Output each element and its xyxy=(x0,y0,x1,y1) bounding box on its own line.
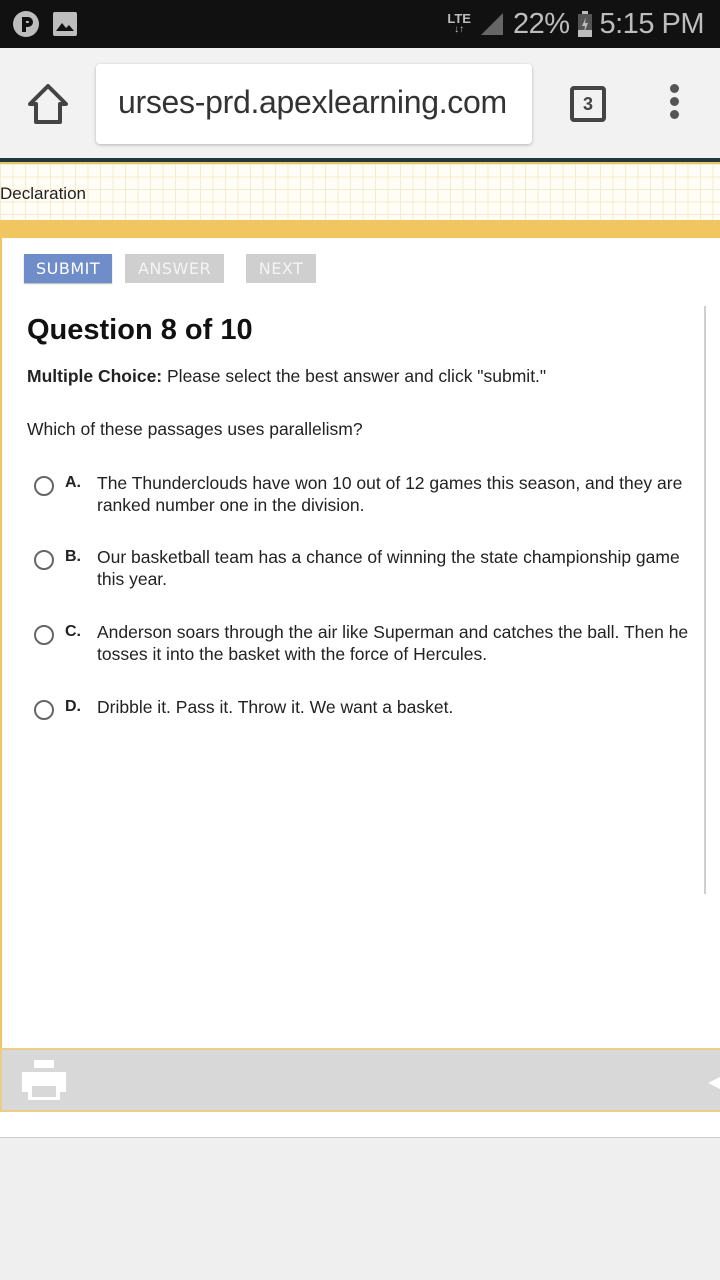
status-bar: LTE ↓↑ 22% 5:15 PM xyxy=(0,0,720,48)
option-text: Anderson soars through the air like Supe… xyxy=(97,622,689,664)
print-icon[interactable] xyxy=(20,1060,68,1102)
question-prompt: Which of these passages uses parallelism… xyxy=(27,419,363,439)
option-letter: A. xyxy=(65,474,81,491)
course-banner: Declaration xyxy=(0,162,720,220)
instruction-label: Multiple Choice: xyxy=(27,366,163,386)
signal-icon xyxy=(480,13,503,35)
quiz-panel: SUBMIT ANSWER NEXT Question 8 of 10 Mult… xyxy=(0,238,720,1048)
option-letter: B. xyxy=(65,548,81,565)
footer-toolbar xyxy=(0,1048,720,1112)
battery-percent: 22% xyxy=(512,7,570,40)
quiz-button-row: SUBMIT ANSWER NEXT xyxy=(24,254,316,283)
url-bar[interactable]: urses-prd.apexlearning.com xyxy=(96,64,532,144)
option-b[interactable]: B. Our basketball team has a chance of w… xyxy=(34,546,694,590)
answer-button[interactable]: ANSWER xyxy=(125,254,224,283)
radio-button[interactable] xyxy=(34,625,54,645)
option-text: Our basketball team has a chance of winn… xyxy=(97,547,680,589)
battery-charging-icon xyxy=(577,11,592,37)
instruction-text: Please select the best answer and click … xyxy=(162,366,547,386)
option-a[interactable]: A. The Thunderclouds have won 10 out of … xyxy=(34,472,694,516)
tab-switcher-button[interactable]: 3 xyxy=(570,86,606,122)
url-text: urses-prd.apexlearning.com xyxy=(118,84,507,120)
radio-button[interactable] xyxy=(34,700,54,720)
pandora-icon xyxy=(13,11,39,37)
banner-strip xyxy=(0,220,720,238)
option-d[interactable]: D. Dribble it. Pass it. Throw it. We wan… xyxy=(34,696,694,720)
question-instruction: Multiple Choice: Please select the best … xyxy=(27,366,546,387)
question-title: Question 8 of 10 xyxy=(27,314,253,346)
radio-button[interactable] xyxy=(34,550,54,570)
scrollbar[interactable] xyxy=(704,306,706,894)
option-c[interactable]: C. Anderson soars through the air like S… xyxy=(34,621,694,665)
submit-button[interactable]: SUBMIT xyxy=(24,254,112,283)
option-text: Dribble it. Pass it. Throw it. We want a… xyxy=(97,697,454,717)
clock: 5:15 PM xyxy=(599,7,705,40)
banner-title: Declaration xyxy=(0,184,86,203)
back-arrow-icon[interactable] xyxy=(708,1076,720,1090)
option-text: The Thunderclouds have won 10 out of 12 … xyxy=(97,473,683,515)
page-bottom xyxy=(0,1112,720,1138)
option-letter: D. xyxy=(65,698,81,715)
home-icon[interactable] xyxy=(26,82,70,126)
network-type: LTE ↓↑ xyxy=(447,11,471,35)
image-icon xyxy=(53,12,77,36)
browser-toolbar: urses-prd.apexlearning.com 3 xyxy=(0,48,720,158)
next-button[interactable]: NEXT xyxy=(246,254,316,283)
radio-button[interactable] xyxy=(34,476,54,496)
more-vert-icon[interactable] xyxy=(664,84,684,124)
option-letter: C. xyxy=(65,623,81,640)
